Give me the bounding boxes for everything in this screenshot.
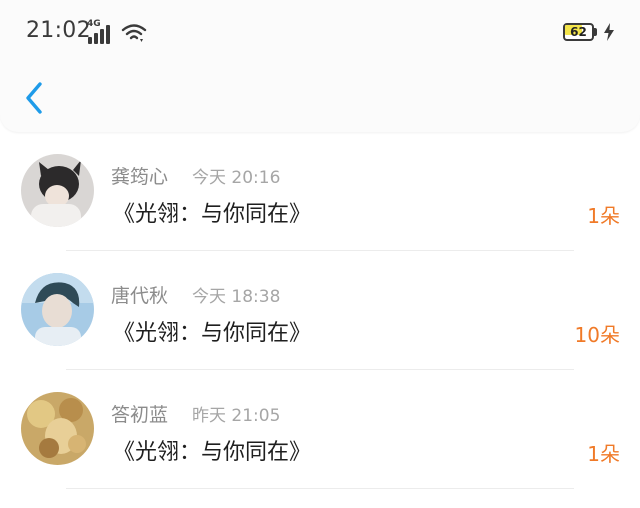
sender-name: 唐代秋 bbox=[111, 285, 169, 307]
chevron-left-icon bbox=[26, 82, 42, 114]
avatar bbox=[21, 392, 94, 465]
divider bbox=[66, 488, 574, 489]
status-time: 21:02 bbox=[26, 18, 91, 43]
gift-title: 《光翎：与你同在》 bbox=[113, 202, 312, 227]
gift-count: 10朵 bbox=[574, 323, 620, 347]
list-item[interactable]: 唐代秋 今天 18:38 《光翎：与你同在》 10朵 bbox=[0, 251, 640, 370]
gift-count: 1朵 bbox=[587, 204, 620, 228]
cellular-signal-icon: 4G bbox=[87, 19, 115, 44]
gift-title: 《光翎：与你同在》 bbox=[113, 321, 312, 346]
send-time: 今天 18:38 bbox=[192, 287, 281, 307]
gift-record-list: 龚筠心 今天 20:16 《光翎：与你同在》 1朵 唐代秋 今天 18:38 《… bbox=[0, 132, 640, 489]
wifi-icon bbox=[121, 24, 147, 42]
avatar bbox=[21, 154, 94, 227]
list-item[interactable]: 答初蓝 昨天 21:05 《光翎：与你同在》 1朵 bbox=[0, 370, 640, 489]
send-time: 昨天 21:05 bbox=[192, 406, 281, 426]
list-item[interactable]: 龚筠心 今天 20:16 《光翎：与你同在》 1朵 bbox=[0, 132, 640, 251]
top-bar: 21:02 4G 62 bbox=[0, 0, 640, 132]
charging-bolt-icon bbox=[604, 23, 614, 41]
sender-name: 答初蓝 bbox=[111, 404, 169, 426]
back-button[interactable] bbox=[20, 78, 50, 118]
battery-icon: 62 bbox=[563, 23, 597, 41]
avatar bbox=[21, 273, 94, 346]
battery-percent: 62 bbox=[570, 25, 587, 39]
gift-title: 《光翎：与你同在》 bbox=[113, 440, 312, 465]
network-type-label: 4G bbox=[87, 19, 101, 29]
send-time: 今天 20:16 bbox=[192, 168, 281, 188]
gift-count: 1朵 bbox=[587, 442, 620, 466]
sender-name: 龚筠心 bbox=[111, 166, 169, 188]
